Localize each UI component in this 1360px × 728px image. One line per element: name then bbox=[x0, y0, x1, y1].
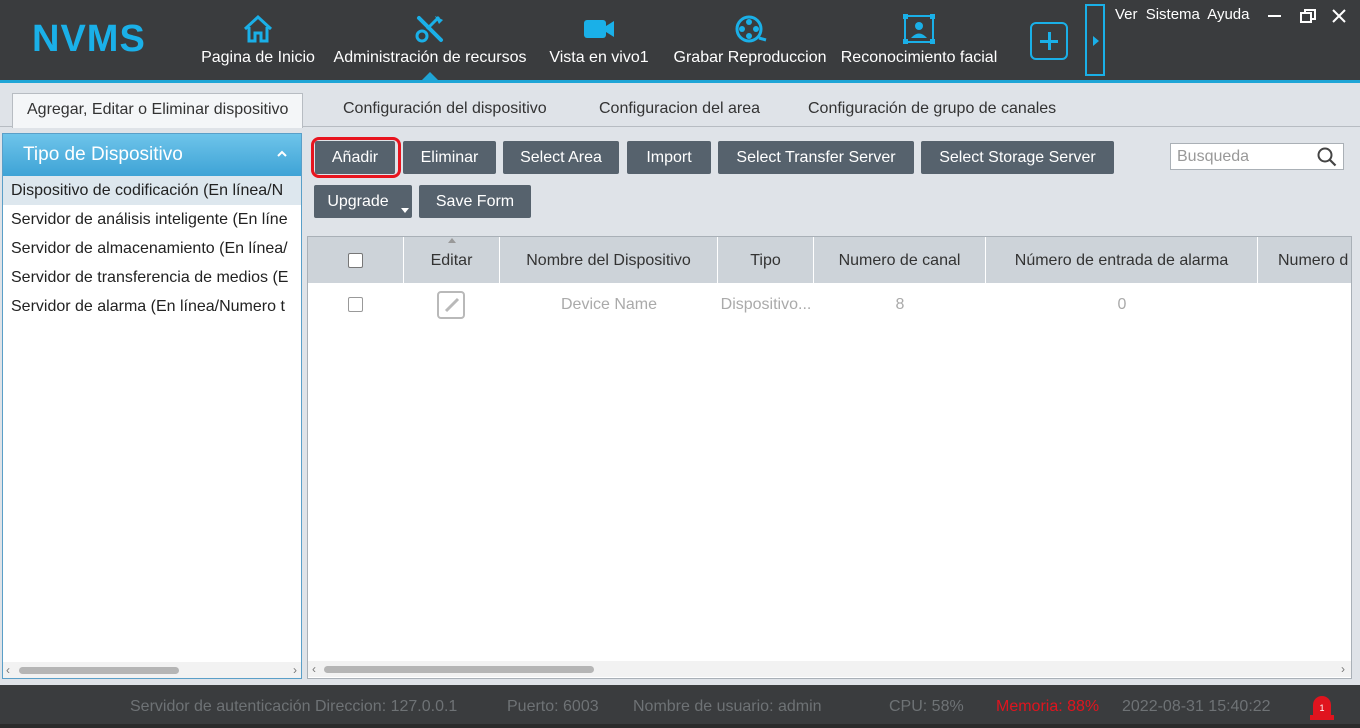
add-tab-button[interactable] bbox=[1030, 22, 1068, 60]
nav-resource-admin-label: Administración de recursos bbox=[333, 49, 527, 66]
nav-live-view[interactable]: Vista en vivo1 bbox=[544, 0, 654, 80]
status-memory: Memoria: 88% bbox=[996, 698, 1100, 715]
tools-icon bbox=[415, 15, 443, 43]
import-button[interactable]: Import bbox=[627, 141, 711, 174]
edit-icon[interactable] bbox=[436, 289, 468, 321]
status-cpu: CPU: 58% bbox=[889, 698, 964, 715]
tab-bar: Agregar, Editar o Eliminar dispositivo C… bbox=[0, 83, 1360, 128]
column-header-edit-label: Editar bbox=[430, 252, 473, 269]
cell-device-name: Device Name bbox=[560, 296, 658, 313]
device-table: Editar Nombre del Dispositivo Tipo Numer… bbox=[307, 236, 1352, 679]
left-horizontal-scrollbar[interactable]: ‹ › bbox=[3, 662, 301, 678]
face-scan-icon bbox=[903, 14, 935, 44]
save-form-button[interactable]: Save Form bbox=[419, 185, 531, 218]
nav-face-recognition-label: Reconocimiento facial bbox=[840, 49, 998, 66]
device-type-list: Dispositivo de codificación (En línea/N … bbox=[3, 176, 301, 321]
table-header: Editar Nombre del Dispositivo Tipo Numer… bbox=[308, 237, 1351, 283]
cell-alarm-inputs: 0 bbox=[1117, 296, 1127, 313]
device-type-media-transfer-server[interactable]: Servidor de transferencia de medios (E bbox=[3, 263, 301, 292]
upgrade-dropdown-button[interactable]: Upgrade bbox=[314, 185, 412, 218]
menu-ayuda[interactable]: Ayuda bbox=[1207, 6, 1249, 23]
menu-ver[interactable]: Ver bbox=[1115, 6, 1138, 23]
close-icon[interactable] bbox=[1329, 8, 1349, 24]
scroll-left-icon[interactable]: ‹ bbox=[6, 664, 10, 676]
device-type-analysis-server[interactable]: Servidor de análisis inteligente (En lín… bbox=[3, 205, 301, 234]
select-storage-server-button[interactable]: Select Storage Server bbox=[921, 141, 1114, 174]
bottom-strip bbox=[0, 724, 1360, 728]
search-icon[interactable] bbox=[1317, 147, 1337, 167]
tab-device-config[interactable]: Configuración del dispositivo bbox=[329, 93, 561, 127]
column-header-type[interactable]: Tipo bbox=[718, 237, 814, 283]
column-header-channel-count[interactable]: Numero de canal bbox=[814, 237, 986, 283]
nav-scroll-right-button[interactable] bbox=[1085, 4, 1105, 76]
cell-device-type: Dispositivo... bbox=[720, 296, 812, 313]
device-type-title: Tipo de Dispositivo bbox=[23, 144, 183, 165]
camera-icon bbox=[584, 20, 614, 38]
chevron-up-icon[interactable] bbox=[275, 147, 289, 161]
left-scroll-thumb[interactable] bbox=[19, 667, 179, 674]
delete-button[interactable]: Eliminar bbox=[403, 141, 496, 174]
table-scroll-right-icon[interactable]: › bbox=[1341, 663, 1345, 675]
app-logo: NVMS bbox=[32, 18, 146, 60]
device-type-encoding[interactable]: Dispositivo de codificación (En línea/N bbox=[3, 176, 301, 205]
device-type-panel: Tipo de Dispositivo Dispositivo de codif… bbox=[2, 133, 302, 679]
app-header: NVMS Pagina de Inicio Administración de … bbox=[0, 0, 1360, 80]
status-datetime: 2022-08-31 15:40:22 bbox=[1122, 698, 1271, 715]
device-type-alarm-server[interactable]: Servidor de alarma (En línea/Numero t bbox=[3, 292, 301, 321]
film-reel-icon bbox=[735, 15, 767, 43]
row-select-cell bbox=[308, 283, 404, 327]
restore-icon[interactable] bbox=[1298, 8, 1318, 24]
tab-channel-group-config[interactable]: Configuración de grupo de canales bbox=[794, 93, 1070, 127]
row-checkbox[interactable] bbox=[348, 297, 363, 312]
column-header-alarm-inputs[interactable]: Número de entrada de alarma bbox=[986, 237, 1258, 283]
select-all-checkbox[interactable] bbox=[348, 253, 363, 268]
chevron-right-icon bbox=[1093, 36, 1099, 46]
menu-sistema[interactable]: Sistema bbox=[1146, 6, 1200, 23]
home-icon bbox=[243, 14, 273, 43]
status-user: Nombre de usuario: admin bbox=[633, 698, 822, 715]
row-edit-cell bbox=[404, 283, 500, 327]
nav-playback[interactable]: Grabar Reproduccion bbox=[666, 0, 834, 80]
select-area-button[interactable]: Select Area bbox=[503, 141, 619, 174]
minimize-icon[interactable] bbox=[1265, 8, 1285, 24]
device-type-header[interactable]: Tipo de Dispositivo bbox=[3, 134, 301, 176]
device-type-storage-server[interactable]: Servidor de almacenamiento (En línea/ bbox=[3, 234, 301, 263]
top-menu: Ver Sistema Ayuda bbox=[1115, 6, 1253, 23]
column-header-edit[interactable]: Editar bbox=[404, 237, 500, 283]
table-scroll-left-icon[interactable]: ‹ bbox=[312, 663, 316, 675]
column-header-truncated[interactable]: Numero d bbox=[1258, 237, 1351, 283]
select-transfer-server-button[interactable]: Select Transfer Server bbox=[718, 141, 914, 174]
table-horizontal-scrollbar[interactable]: ‹ › bbox=[308, 661, 1351, 677]
search-box bbox=[1170, 143, 1344, 170]
nav-face-recognition[interactable]: Reconocimiento facial bbox=[836, 0, 1002, 80]
caret-down-icon bbox=[401, 208, 409, 213]
nav-home-label: Pagina de Inicio bbox=[201, 49, 315, 66]
column-header-device-name[interactable]: Nombre del Dispositivo bbox=[500, 237, 718, 283]
tab-add-edit-delete[interactable]: Agregar, Editar o Eliminar dispositivo bbox=[12, 93, 304, 128]
nav-live-view-label: Vista en vivo1 bbox=[549, 49, 649, 66]
status-auth-server: Servidor de autenticación Direccion: 127… bbox=[130, 698, 458, 715]
status-port: Puerto: 6003 bbox=[507, 698, 599, 715]
alarm-light-icon[interactable]: 1 bbox=[1309, 693, 1335, 721]
table-scroll-thumb[interactable] bbox=[324, 666, 594, 673]
tab-area-config[interactable]: Configuracion del area bbox=[585, 93, 774, 127]
alarm-count: 1 bbox=[1319, 703, 1324, 713]
nav-playback-label: Grabar Reproduccion bbox=[673, 49, 827, 66]
cell-channel-count: 8 bbox=[895, 296, 905, 313]
header-select-all-cell bbox=[308, 237, 404, 283]
upgrade-label: Upgrade bbox=[327, 193, 389, 210]
nav-home[interactable]: Pagina de Inicio bbox=[196, 0, 320, 80]
status-bar: Servidor de autenticación Direccion: 127… bbox=[0, 685, 1360, 728]
sort-asc-icon bbox=[448, 238, 456, 243]
search-input[interactable] bbox=[1177, 147, 1313, 167]
scroll-right-icon[interactable]: › bbox=[293, 664, 297, 676]
add-button[interactable]: Añadir bbox=[315, 141, 395, 174]
nav-resource-admin[interactable]: Administración de recursos bbox=[326, 0, 534, 80]
table-row[interactable]: Device Name Dispositivo... 8 0 bbox=[308, 283, 1351, 327]
